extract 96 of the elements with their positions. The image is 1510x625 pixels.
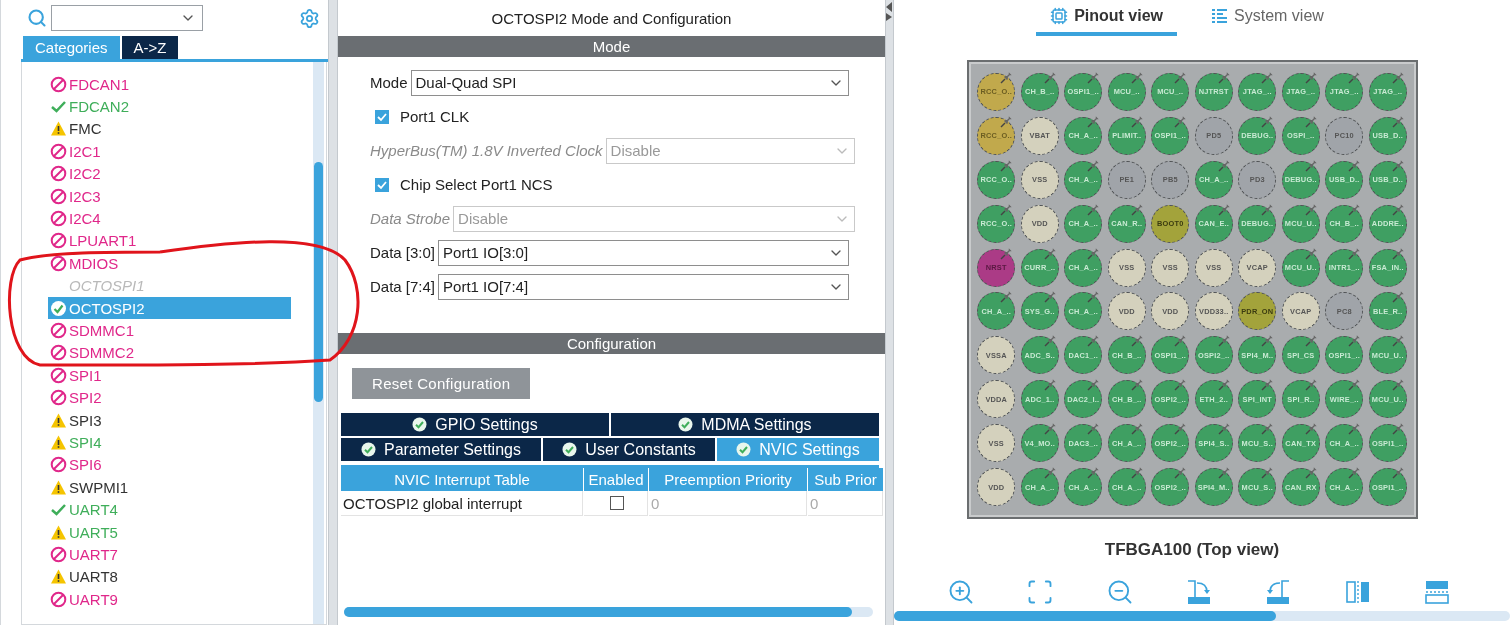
peripheral-item[interactable]: LPUART1 [48,229,291,253]
blocked-icon [50,254,67,272]
blocked-icon [50,187,67,205]
view-tab[interactable]: Pinout view [1036,3,1178,36]
dropdown-field[interactable]: Port1 IO[3:0] [438,239,849,266]
checkbox-label: Port1 CLK [400,108,470,125]
peripheral-item[interactable]: OCTOSPI2 [48,296,291,320]
peripheral-item[interactable]: FMC [48,117,291,141]
peripheral-item[interactable]: I2C2 [48,162,291,185]
blocked-icon [50,322,67,339]
section-header: Mode [338,36,885,57]
check-circle-icon [736,442,752,457]
table-cell: OCTOSPI2 global interrupt [341,491,583,516]
checkbox[interactable] [609,496,624,510]
rotate-clockwise-icon[interactable] [1185,578,1213,606]
field-label: HyperBus(TM) 1.8V Inverted Clock [370,142,603,159]
peripheral-item[interactable]: UART8 [48,565,291,588]
dropdown-field[interactable]: Port1 IO[7:4] [438,273,849,300]
scrollbar-thumb[interactable] [894,611,1276,621]
blocked-icon [50,344,67,362]
mirror-horizontal-icon[interactable] [1422,578,1451,606]
category-tab[interactable]: A->Z [121,36,179,59]
blocked-icon [50,545,67,563]
table-cell: 0 [649,491,807,516]
check-circle-icon [50,299,67,317]
peripheral-item[interactable]: UART5 [48,520,291,544]
peripheral-item[interactable]: SWPMI1 [48,476,291,499]
check-circle-icon [678,417,694,432]
blocked-icon [50,366,67,384]
warning-icon [50,568,67,586]
search-icon[interactable] [27,8,47,28]
peripheral-item[interactable]: MDIOS [48,252,291,275]
view-tab[interactable]: System view [1197,3,1338,36]
field-label: Mode [370,74,408,91]
collapse-arrows-icon[interactable] [886,2,893,22]
chip-icon [1050,6,1069,25]
column-header: Enabled [584,468,648,491]
zoom-in-icon[interactable] [947,578,975,606]
peripheral-item[interactable]: SPI2 [48,386,291,409]
blocked-icon [50,456,67,474]
settings-icon[interactable] [299,7,320,29]
dropdown-field[interactable]: Dual-Quad SPI [410,69,849,96]
peripheral-item[interactable]: I2C3 [48,184,291,208]
check-circle-icon [412,417,428,432]
blocked-icon [50,232,67,250]
settings-tab[interactable]: MDMA Settings [611,413,879,436]
peripheral-item[interactable]: SDMMC2 [48,341,291,365]
settings-tab[interactable]: NVIC Settings [717,438,879,461]
checkbox-label: Chip Select Port1 NCS [400,176,553,193]
warning-icon [50,120,67,138]
check-circle-icon [361,442,376,457]
blocked-icon [50,389,67,407]
field-label: Data [7:4] [370,278,436,295]
column-header: Sub Prior [808,468,883,491]
peripheral-item[interactable]: OCTOSPI1 [48,274,291,297]
bars-icon [1211,7,1229,24]
peripheral-item[interactable]: SPI4 [48,431,291,454]
category-tab[interactable]: Categories [23,36,120,59]
table-cell: 0 [808,491,883,516]
peripheral-item[interactable]: UART7 [48,543,291,566]
peripheral-item[interactable]: I2C1 [48,140,291,163]
peripheral-item[interactable]: SPI6 [48,453,291,477]
reset-configuration-button[interactable]: Reset Configuration [352,368,531,399]
warning-icon [50,411,67,429]
warning-icon [50,478,67,496]
check-circle-icon [562,442,578,457]
field-label: Data Strobe [370,210,451,227]
mirror-vertical-icon[interactable] [1343,578,1372,606]
peripheral-item[interactable]: FDCAN1 [48,73,291,96]
column-header: Preemption Priority [649,468,807,491]
peripheral-item[interactable]: I2C4 [48,207,291,230]
checkbox[interactable] [375,177,389,192]
field-label: Data [3:0] [370,244,436,261]
warning-icon [50,523,67,541]
blocked-icon [50,590,67,608]
peripheral-item[interactable]: SDMMC1 [48,319,291,342]
blocked-icon [50,75,67,93]
peripheral-item[interactable]: SPI3 [48,408,291,432]
settings-tab[interactable]: User Constants [543,438,715,461]
column-header: NVIC Interrupt Table [341,468,583,491]
search-field[interactable] [51,5,203,31]
peripheral-item[interactable]: UART9 [48,588,291,611]
settings-tab[interactable]: GPIO Settings [341,413,609,436]
section-header: Configuration [338,333,885,354]
blocked-icon [50,165,67,183]
peripheral-item[interactable]: FDCAN2 [48,95,291,118]
package-caption: TFBGA100 (Top view) [1104,540,1280,560]
settings-tab[interactable]: Parameter Settings [341,438,541,461]
blocked-icon [50,210,67,228]
checkbox[interactable] [375,109,389,124]
warning-icon [50,433,67,451]
scrollbar-thumb[interactable] [314,162,323,402]
blocked-icon [50,142,67,160]
peripheral-item[interactable]: UART4 [48,498,291,521]
peripheral-item[interactable]: SPI1 [48,364,291,387]
panel-title: OCTOSPI2 Mode and Configuration [490,8,733,29]
